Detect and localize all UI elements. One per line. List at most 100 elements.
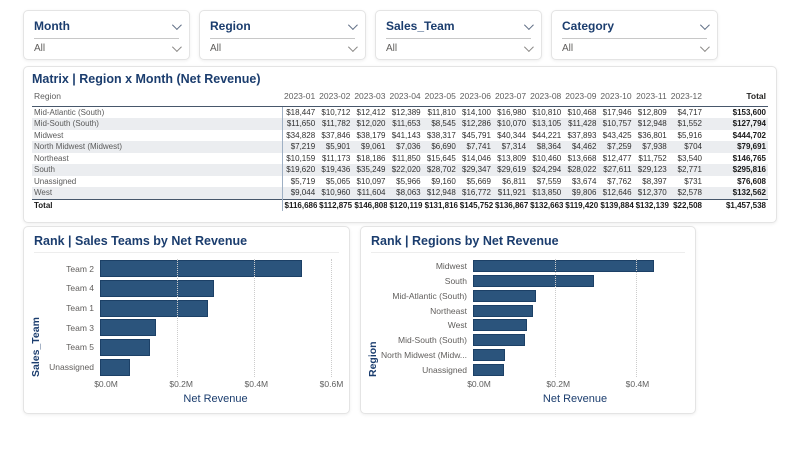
matrix-cell: $11,173	[317, 153, 352, 165]
category-label: Team 2	[66, 264, 94, 274]
chevron-down-icon[interactable]	[348, 20, 358, 30]
category-label: Mid-Atlantic (South)	[392, 291, 467, 301]
matrix-cell: $29,619	[493, 164, 528, 176]
matrix-cell: $38,179	[352, 130, 387, 142]
matrix-cell: $8,364	[528, 141, 563, 153]
matrix-cell: $10,159	[282, 153, 317, 165]
matrix-column-header: 2023-03	[352, 89, 387, 106]
chevron-down-icon[interactable]	[348, 42, 358, 52]
matrix-cell: $7,314	[493, 141, 528, 153]
sales-team-bars	[100, 259, 339, 377]
slicer-category-dropdown[interactable]: All	[562, 38, 707, 58]
axis-tick-label: $0.4M	[245, 379, 269, 389]
table-row: West$9,044$10,960$11,604$8,063$12,948$16…	[32, 187, 768, 199]
matrix-cell: $10,960	[317, 187, 352, 199]
row-label: North Midwest (Midwest)	[32, 141, 282, 153]
slicer-row: Month All Region All Sales_Team	[23, 10, 718, 60]
matrix-cell: $132,139	[634, 199, 669, 211]
region-bars	[473, 259, 685, 377]
matrix-cell: $5,065	[317, 176, 352, 188]
slicer-month-dropdown[interactable]: All	[34, 38, 179, 58]
matrix-cell: $12,948	[423, 187, 458, 199]
matrix-cell: $5,901	[317, 141, 352, 153]
matrix-title: Matrix | Region x Month (Net Revenue)	[32, 72, 768, 86]
axis-tick-label: $0.2M	[169, 379, 193, 389]
region-chart-card: Rank | Regions by Net Revenue Region Mid…	[360, 226, 696, 414]
chevron-down-icon[interactable]	[700, 20, 710, 30]
category-label: Unassigned	[49, 362, 94, 372]
matrix-cell: $44,221	[528, 130, 563, 142]
matrix-cell: $13,850	[528, 187, 563, 199]
bar-unassigned[interactable]	[473, 364, 504, 376]
matrix-cell: $10,097	[352, 176, 387, 188]
matrix-cell: $18,186	[352, 153, 387, 165]
category-label: Team 3	[66, 323, 94, 333]
bar-northeast[interactable]	[473, 305, 533, 317]
slicer-category-header[interactable]: Category	[562, 16, 707, 36]
chevron-down-icon[interactable]	[172, 20, 182, 30]
matrix-cell: $43,425	[598, 130, 633, 142]
category-label: Unassigned	[422, 365, 467, 375]
slicer-sales-team-header[interactable]: Sales_Team	[386, 16, 531, 36]
bar-team-3[interactable]	[100, 319, 156, 336]
matrix-cell: $120,119	[387, 199, 422, 211]
matrix-cell: $6,811	[493, 176, 528, 188]
bar-mid-south-south[interactable]	[473, 334, 525, 346]
bar-midwest[interactable]	[473, 260, 654, 272]
bar-team-5[interactable]	[100, 339, 150, 356]
matrix-cell: $139,884	[598, 199, 633, 211]
matrix-cell: $704	[669, 141, 704, 153]
matrix-column-header: 2023-02	[317, 89, 352, 106]
axis-tick-label: $0.4M	[626, 379, 650, 389]
matrix-cell: $1,552	[669, 118, 704, 130]
matrix-cell: $19,620	[282, 164, 317, 176]
row-label: South	[32, 164, 282, 176]
row-total-cell: $127,794	[704, 118, 768, 130]
slicer-month-title: Month	[34, 19, 70, 33]
matrix-table: Region2023-012023-022023-032023-042023-0…	[32, 89, 768, 211]
chevron-down-icon[interactable]	[524, 42, 534, 52]
slicer-region-dropdown[interactable]: All	[210, 38, 355, 58]
matrix-cell: $38,317	[423, 130, 458, 142]
matrix-cell: $11,653	[387, 118, 422, 130]
slicer-sales-team-dropdown[interactable]: All	[386, 38, 531, 58]
sales-team-chart-title: Rank | Sales Teams by Net Revenue	[34, 234, 339, 253]
axis-tick-label: $0.2M	[546, 379, 570, 389]
bar-team-4[interactable]	[100, 280, 214, 297]
chevron-down-icon[interactable]	[700, 42, 710, 52]
bar-mid-atlantic-south[interactable]	[473, 290, 536, 302]
gridline	[555, 259, 556, 377]
bar-unassigned[interactable]	[100, 359, 130, 376]
bar-west[interactable]	[473, 319, 527, 331]
matrix-cell: $28,702	[423, 164, 458, 176]
chevron-down-icon[interactable]	[172, 42, 182, 52]
matrix-cell: $12,370	[634, 187, 669, 199]
matrix-cell: $9,806	[563, 187, 598, 199]
region-x-axis-label: Net Revenue	[465, 393, 685, 405]
bar-team-1[interactable]	[100, 300, 208, 317]
matrix-cell: $5,669	[458, 176, 493, 188]
region-y-axis-label: Region	[367, 297, 379, 377]
gridline	[254, 259, 255, 377]
bar-north-midwest-midw[interactable]	[473, 349, 505, 361]
matrix-cell: $8,397	[634, 176, 669, 188]
gridline	[177, 259, 178, 377]
matrix-cell: $8,545	[423, 118, 458, 130]
chevron-down-icon[interactable]	[524, 20, 534, 30]
row-label: Northeast	[32, 153, 282, 165]
matrix-cell: $17,946	[598, 106, 633, 118]
slicer-region-header[interactable]: Region	[210, 16, 355, 36]
table-row: Unassigned$5,719$5,065$10,097$5,966$9,16…	[32, 176, 768, 188]
matrix-cell: $9,061	[352, 141, 387, 153]
matrix-column-header: 2023-10	[598, 89, 633, 106]
region-chart-body: Region MidwestSouthMid-Atlantic (South)N…	[371, 259, 685, 409]
slicer-month-header[interactable]: Month	[34, 16, 179, 36]
matrix-cell: $28,022	[563, 164, 598, 176]
bar-south[interactable]	[473, 275, 594, 287]
matrix-cell: $29,347	[458, 164, 493, 176]
bar-team-2[interactable]	[100, 260, 302, 277]
matrix-column-header: 2023-07	[493, 89, 528, 106]
matrix-column-header: 2023-12	[669, 89, 704, 106]
row-label: Mid-South (South)	[32, 118, 282, 130]
matrix-column-header: 2023-05	[423, 89, 458, 106]
